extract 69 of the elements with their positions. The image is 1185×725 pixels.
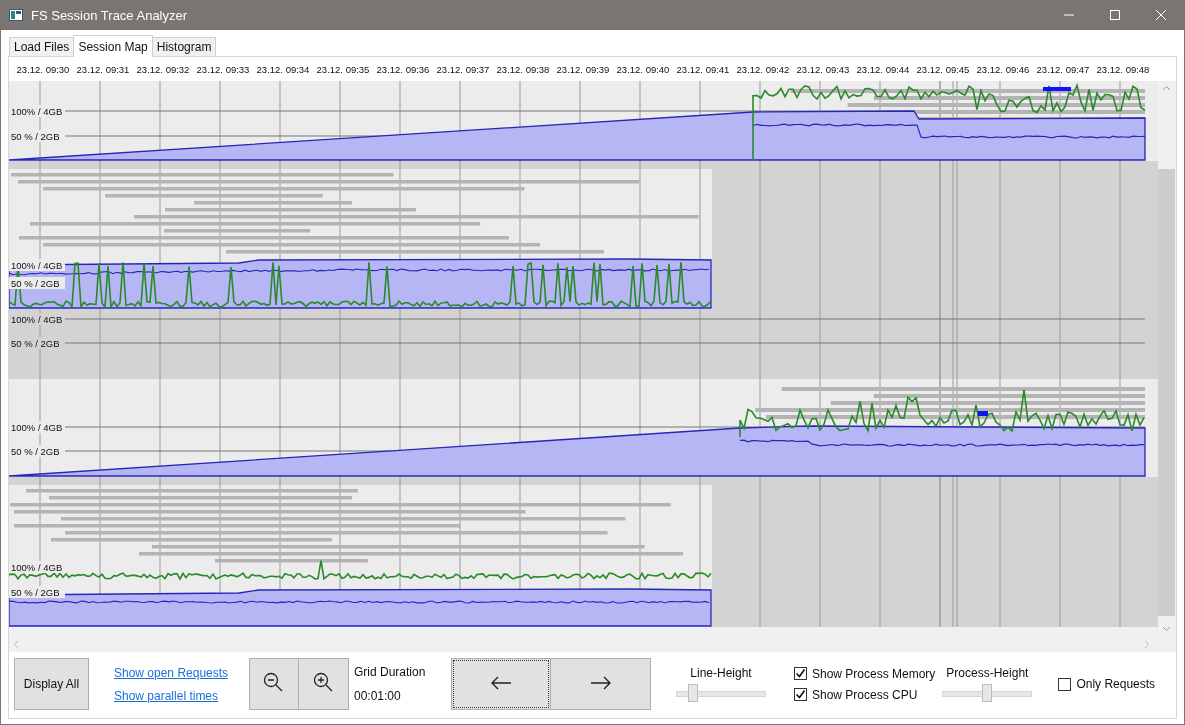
time-label: 23.12. 09:44 [855,63,911,75]
axis-label: 100% / 4GB [11,421,63,433]
scroll-down-icon[interactable] [1162,626,1171,632]
grid-duration-label: Grid Duration [354,665,427,679]
app-icon [9,9,23,21]
slider[interactable] [676,684,766,702]
time-label: 23.12. 09:36 [375,63,431,75]
horizontal-scrollbar[interactable] [9,636,1176,652]
slider-label: Line-Height [690,666,752,680]
axis-label: 50 % / 2GB [11,586,60,598]
time-label: 23.12. 09:37 [435,63,491,75]
checkbox-box[interactable] [1058,677,1072,691]
time-label: 23.12. 09:43 [795,63,851,75]
close-icon[interactable] [1153,7,1169,23]
time-label: 23.12. 09:46 [975,63,1031,75]
scroll-left-icon[interactable] [13,639,19,649]
slider-thumb[interactable] [982,684,993,702]
link[interactable]: Show open Requests [114,665,249,680]
maximize-icon[interactable] [1107,7,1123,23]
back-button[interactable] [451,658,551,710]
grid-duration-value: 00:01:00 [354,689,402,703]
zoom-in-icon [312,671,335,694]
time-label: 23.12. 09:30 [15,63,71,75]
axis-label: 50 % / 2GB [11,277,60,289]
time-label: 23.12. 09:48 [1095,63,1151,75]
zoom-out-button[interactable] [249,658,299,710]
tab[interactable]: Load Files [9,37,75,56]
time-label: 23.12. 09:34 [255,63,311,75]
axis-label: 50 % / 2GB [11,445,60,457]
time-label: 23.12. 09:40 [615,63,671,75]
checkbox-label: Only Requests [1076,677,1156,691]
slider-thumb[interactable] [688,684,698,702]
zoom-out-icon [263,671,285,694]
axis-label: 100% / 4GB [11,105,63,117]
axis-label: 100% / 4GB [11,313,63,325]
scrollbar-thumb[interactable] [1158,169,1175,616]
time-label: 23.12. 09:42 [735,63,791,75]
checkbox[interactable]: Show Process CPU [794,687,936,702]
time-label: 23.12. 09:47 [1035,63,1091,75]
left-arrow-icon [490,674,512,691]
time-label: 23.12. 09:33 [195,63,251,75]
check-icon [795,689,806,700]
right-arrow-icon [589,674,612,691]
window-title: FS Session Trace Analyzer [31,7,189,23]
time-label: 23.12. 09:38 [495,63,551,75]
scroll-up-icon[interactable] [1162,85,1171,91]
checkbox-box[interactable] [794,688,807,701]
link[interactable]: Show parallel times [114,688,249,703]
axis-label: 100% / 4GB [11,561,63,573]
time-label: 23.12. 09:32 [135,63,191,75]
zoom-in-button[interactable] [299,658,349,710]
slider[interactable] [942,684,1033,702]
axis-label: 100% / 4GB [11,259,63,271]
time-label: 23.12. 09:31 [75,63,131,75]
check-icon [795,668,806,679]
time-label: 23.12. 09:39 [555,63,611,75]
checkbox[interactable]: Only Requests [1058,677,1156,691]
time-label: 23.12. 09:35 [315,63,371,75]
checkbox-box[interactable] [794,667,807,680]
tab[interactable]: Session Map [73,35,153,57]
slider-label: Process-Height [946,666,1029,680]
axis-label: 50 % / 2GB [11,337,60,349]
checkbox-label: Show Process CPU [812,687,918,702]
time-label: 23.12. 09:41 [675,63,731,75]
display-all-button[interactable]: Display All [14,658,89,710]
tab[interactable]: Histogram [151,37,217,56]
scroll-right-icon[interactable] [1144,639,1150,649]
time-label: 23.12. 09:45 [915,63,971,75]
axis-label: 50 % / 2GB [11,130,60,142]
